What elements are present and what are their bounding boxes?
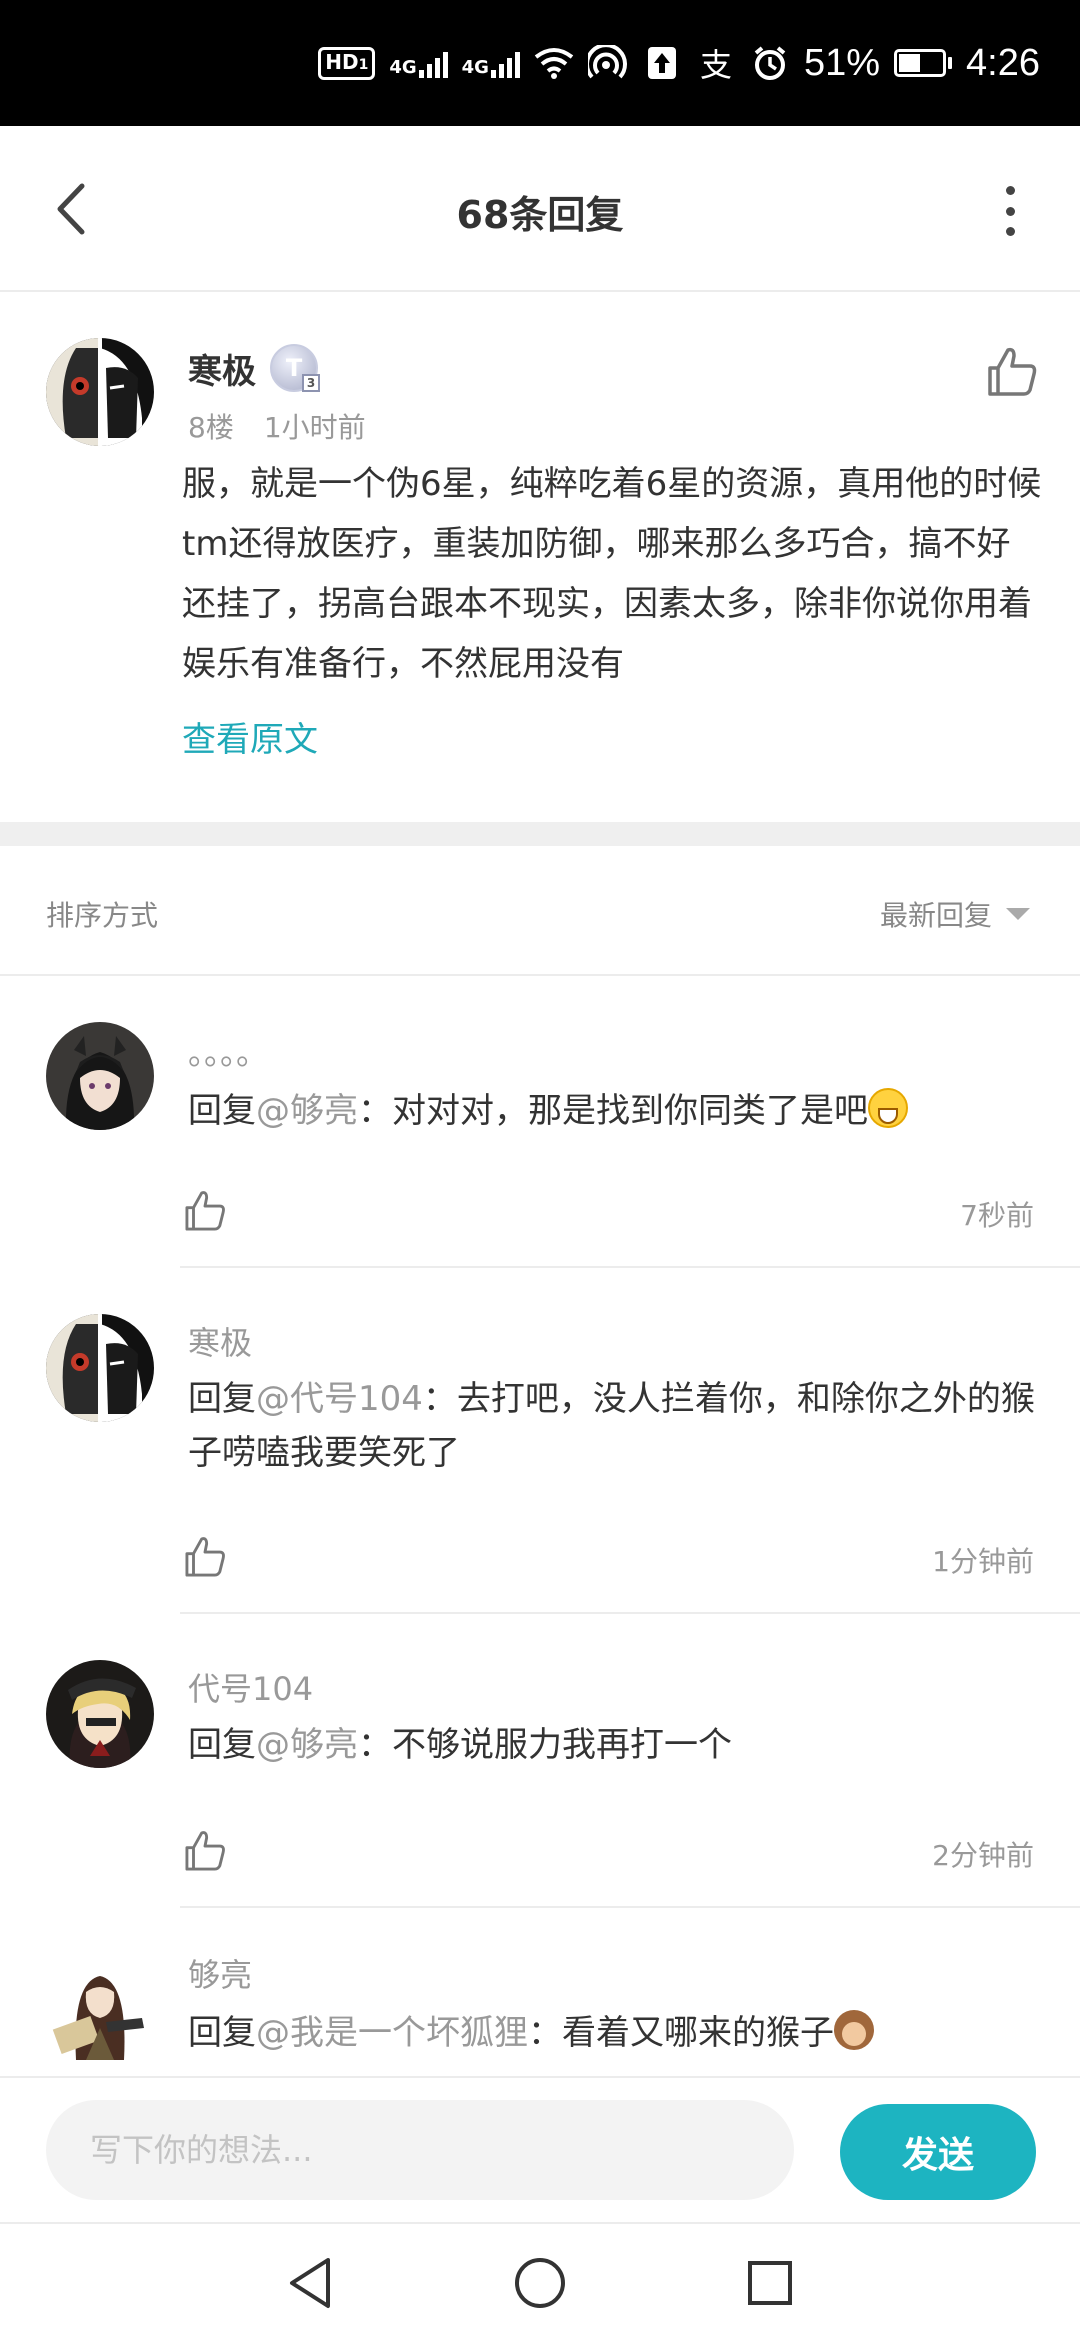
clock: 4:26 bbox=[966, 41, 1040, 84]
send-button[interactable]: 发送 bbox=[840, 2104, 1036, 2200]
wifi-icon bbox=[534, 45, 574, 81]
reply-author[interactable]: 。。。。 bbox=[188, 1028, 268, 1074]
comment-input[interactable] bbox=[46, 2100, 794, 2200]
reply-item: 。。。。 回复@够亮：对对对，那是找到你同类了是吧 7秒前 bbox=[0, 980, 1080, 1270]
thumbs-up-icon bbox=[988, 347, 1037, 396]
post-time: 1小时前 bbox=[263, 411, 366, 444]
triangle-back-icon bbox=[290, 2258, 330, 2308]
reply-item: 够亮 回复@我是一个坏狐狸：看着又哪来的猴子 bbox=[0, 1910, 1080, 2076]
mention-link[interactable]: @我是一个坏狐狸 bbox=[256, 2013, 528, 2053]
alarm-icon bbox=[750, 45, 790, 81]
system-navigation-bar bbox=[0, 2226, 1080, 2340]
upload-icon bbox=[642, 45, 682, 81]
author-name[interactable]: 寒极 bbox=[188, 344, 256, 393]
avatar[interactable] bbox=[46, 1022, 154, 1130]
divider bbox=[180, 1906, 1080, 1908]
avatar[interactable] bbox=[46, 338, 154, 446]
reply-author[interactable]: 寒极 bbox=[188, 1318, 252, 1364]
post-body: 服，就是一个伪6星，纯粹吃着6星的资源，真用他的时候tm还得放医疗，重装加防御，… bbox=[182, 464, 1042, 684]
circle-home-icon bbox=[515, 2258, 565, 2308]
reply-text: 回复@够亮：不够说服力我再打一个 bbox=[188, 1725, 732, 1765]
reply-time: 1分钟前 bbox=[932, 1545, 1034, 1578]
mention-link[interactable]: @够亮 bbox=[256, 1091, 358, 1131]
square-recents-icon bbox=[748, 2261, 792, 2305]
reply-time: 7秒前 bbox=[960, 1199, 1034, 1232]
main-post: 寒极 T 3 8楼 1小时前 服，就是一个伪6星，纯粹吃着6星的资源，真用他的时… bbox=[0, 294, 1080, 822]
more-options-button[interactable] bbox=[1000, 186, 1020, 236]
like-button[interactable] bbox=[984, 344, 1040, 400]
reply-text: 回复@够亮：对对对，那是找到你同类了是吧 bbox=[188, 1084, 1048, 1138]
level-badge: T 3 bbox=[270, 344, 320, 392]
reply-author[interactable]: 代号104 bbox=[188, 1664, 313, 1710]
thumbs-up-icon bbox=[185, 1831, 225, 1871]
battery-icon bbox=[894, 49, 953, 77]
mention-link[interactable]: @够亮 bbox=[256, 1725, 358, 1765]
thumbs-up-icon bbox=[185, 1537, 225, 1577]
signal-icon-1: 4G bbox=[389, 48, 448, 78]
reply-item: 代号104 回复@够亮：不够说服力我再打一个 2分钟前 bbox=[0, 1618, 1080, 1910]
status-bar: HD1 4G 4G 支 51% 4:26 bbox=[0, 0, 1080, 126]
signal-icon-2: 4G bbox=[462, 48, 520, 78]
hotspot-icon bbox=[587, 45, 628, 81]
mention-link[interactable]: @代号104 bbox=[256, 1379, 423, 1419]
hd-indicator: HD1 bbox=[318, 46, 376, 80]
reply-text: 回复@代号104：去打吧，没人拦着你，和除你之外的猴子唠嗑我要笑死了 bbox=[188, 1379, 1035, 1473]
comment-input-bar: 发送 bbox=[0, 2076, 1080, 2224]
sort-dropdown[interactable]: 最新回复 bbox=[880, 894, 1030, 934]
like-button[interactable] bbox=[182, 1534, 228, 1580]
like-button[interactable] bbox=[182, 1188, 228, 1234]
sort-value: 最新回复 bbox=[879, 899, 992, 932]
alipay-icon: 支 bbox=[699, 46, 732, 84]
avatar[interactable] bbox=[46, 1314, 154, 1422]
thumbs-up-icon bbox=[185, 1191, 225, 1231]
caret-down-icon bbox=[1006, 908, 1030, 920]
sort-bar: 排序方式 最新回复 bbox=[0, 846, 1080, 976]
reply-text: 回复@我是一个坏狐狸：看着又哪来的猴子 bbox=[188, 2006, 1048, 2060]
section-divider bbox=[0, 822, 1080, 846]
divider bbox=[180, 1266, 1080, 1268]
divider bbox=[180, 1612, 1080, 1614]
avatar[interactable] bbox=[46, 1952, 154, 2060]
avatar[interactable] bbox=[46, 1660, 154, 1768]
like-button[interactable] bbox=[182, 1828, 228, 1874]
nav-recents-button[interactable] bbox=[740, 2253, 800, 2313]
sort-label: 排序方式 bbox=[46, 899, 159, 932]
reply-author[interactable]: 够亮 bbox=[188, 1950, 252, 1996]
battery-percent: 51% bbox=[803, 41, 881, 84]
post-meta: 8楼 1小时前 bbox=[188, 406, 366, 446]
more-vertical-icon bbox=[1005, 186, 1015, 195]
grin-emoji-icon bbox=[868, 1088, 908, 1128]
page-title: 68条回复 bbox=[456, 193, 624, 237]
nav-back-button[interactable] bbox=[280, 2253, 340, 2313]
top-app-bar: 68条回复 bbox=[0, 126, 1080, 292]
reply-time: 2分钟前 bbox=[932, 1839, 1034, 1872]
reply-item: 寒极 回复@代号104：去打吧，没人拦着你，和除你之外的猴子唠嗑我要笑死了 1分… bbox=[0, 1272, 1080, 1616]
monkey-emoji-icon bbox=[834, 2010, 874, 2050]
floor-number: 8楼 bbox=[188, 411, 234, 444]
view-original-link[interactable]: 查看原文 bbox=[182, 712, 318, 761]
nav-home-button[interactable] bbox=[510, 2253, 570, 2313]
